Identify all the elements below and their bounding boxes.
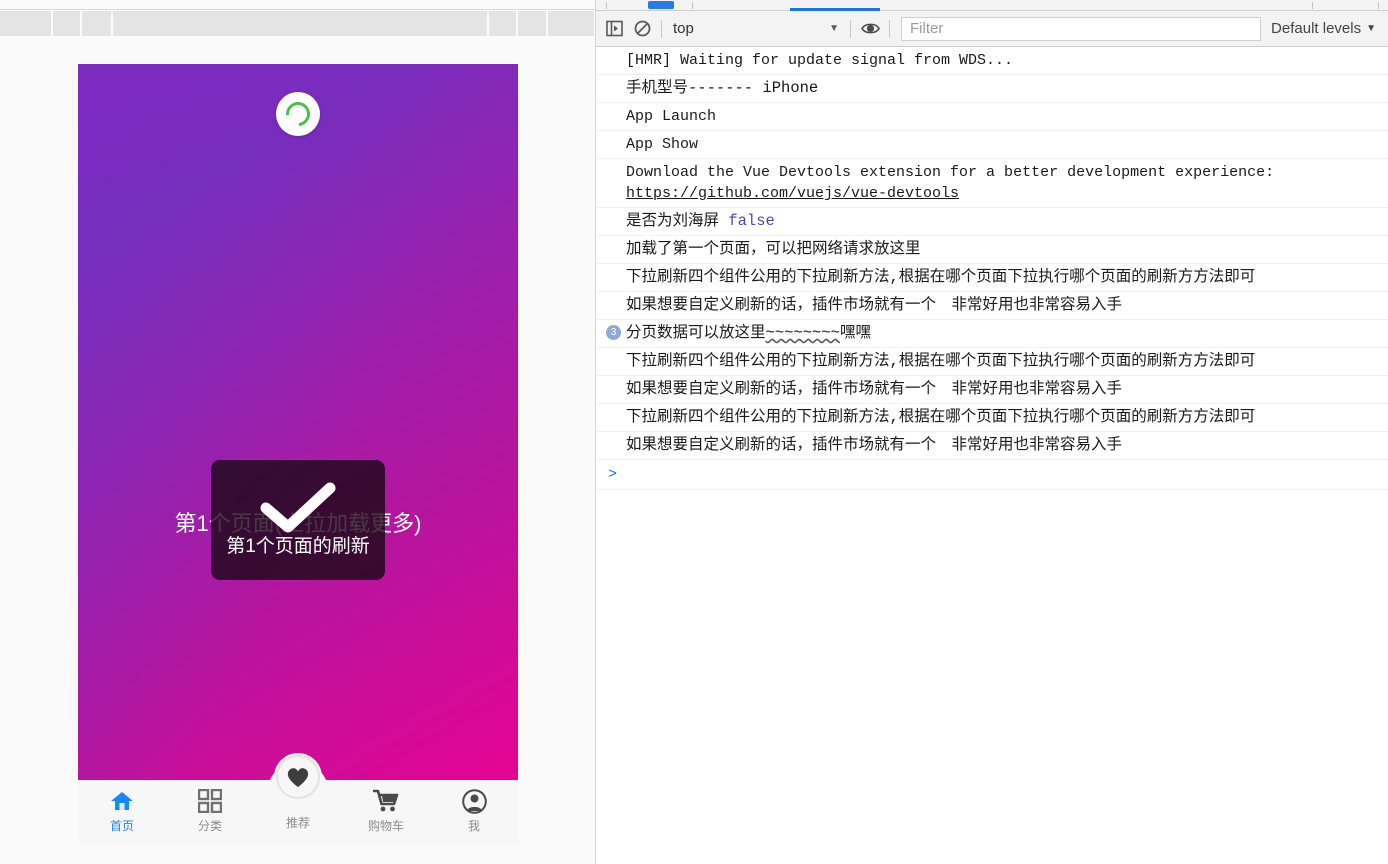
toolbar-placeholder-block[interactable] (0, 11, 51, 36)
tab-home-label: 首页 (110, 817, 134, 834)
toolbar-placeholder-block[interactable] (489, 11, 517, 36)
tabstrip-tick (606, 2, 607, 9)
console-sidebar-icon[interactable] (600, 15, 628, 43)
console-toolbar: top ▼ Filter Default levels ▼ (596, 11, 1388, 47)
console-log-text: [HMR] Waiting for update signal from WDS… (626, 52, 1013, 69)
console-log-text: 下拉刷新四个组件公用的下拉刷新方法,根据在哪个页面下拉执行哪个页面的刷新方方法即… (626, 268, 1255, 286)
toolbar-divider (850, 20, 851, 38)
chevron-down-icon: ▼ (1366, 23, 1376, 34)
console-log-text: 分页数据可以放这里 (626, 324, 766, 342)
user-icon (462, 788, 487, 814)
phone-gradient-overlay (78, 64, 518, 844)
toolbar-placeholder-block[interactable] (82, 11, 111, 36)
console-log-row[interactable]: 手机型号------- iPhone (596, 75, 1388, 103)
console-log-text: 如果想要自定义刷新的话，插件市场就有一个 非常好用也非常容易入手 (626, 296, 1122, 314)
toolbar-placeholder-block[interactable] (113, 11, 486, 36)
console-log-row[interactable]: 下拉刷新四个组件公用的下拉刷新方法,根据在哪个页面下拉执行哪个页面的刷新方方法即… (596, 348, 1388, 376)
console-log-text: 加载了第一个页面，可以把网络请求放这里 (626, 240, 921, 258)
console-log-link[interactable]: https://github.com/vuejs/vue-devtools (626, 185, 959, 202)
filter-input-wrapper[interactable]: Filter (901, 17, 1261, 41)
tab-category-label: 分类 (198, 817, 222, 834)
spinner-arc-icon (281, 97, 315, 131)
console-prompt[interactable]: > (596, 460, 1388, 490)
browser-chrome-strip (0, 0, 596, 10)
console-log-row[interactable]: 如果想要自定义刷新的话，插件市场就有一个 非常好用也非常容易入手 (596, 292, 1388, 320)
console-log-row[interactable]: 是否为刘海屏 false (596, 208, 1388, 236)
tabstrip-tick (692, 2, 693, 9)
console-log-row[interactable]: Download the Vue Devtools extension for … (596, 159, 1388, 208)
simulator-pane: 第1个页面(上拉加载更多) 第1个页面的刷新 首页 (0, 0, 596, 864)
console-log-text: App Show (626, 136, 698, 153)
console-log-row[interactable]: 下拉刷新四个组件公用的下拉刷新方法,根据在哪个页面下拉执行哪个页面的刷新方方法即… (596, 404, 1388, 432)
console-log-text: 下拉刷新四个组件公用的下拉刷新方法,根据在哪个页面下拉执行哪个页面的刷新方方法即… (626, 352, 1255, 370)
live-expression-eye-icon[interactable] (856, 15, 884, 43)
console-log-row[interactable]: App Launch (596, 103, 1388, 131)
console-log-row[interactable]: 如果想要自定义刷新的话，插件市场就有一个 非常好用也非常容易入手 (596, 376, 1388, 404)
app-root: 第1个页面(上拉加载更多) 第1个页面的刷新 首页 (0, 0, 1388, 864)
devtools-tabstrip[interactable] (596, 0, 1388, 11)
tab-recommend[interactable]: 推荐 (254, 780, 342, 831)
toast-overlay: 第1个页面的刷新 (211, 460, 385, 580)
log-levels-label: Default levels (1271, 20, 1361, 37)
tab-recommend-label: 推荐 (286, 814, 310, 831)
console-log-row[interactable]: App Show (596, 131, 1388, 159)
tabstrip-tick (1378, 2, 1379, 9)
filter-placeholder: Filter (910, 20, 943, 37)
console-log-row[interactable]: 3 分页数据可以放这里~~~~~~~~嘿嘿 (596, 320, 1388, 348)
tab-cart-label: 购物车 (368, 817, 404, 834)
console-log-row[interactable]: 下拉刷新四个组件公用的下拉刷新方法,根据在哪个页面下拉执行哪个页面的刷新方方法即… (596, 264, 1388, 292)
cart-icon (373, 788, 399, 814)
tab-cart[interactable]: 购物车 (342, 780, 430, 834)
console-log-row[interactable]: 如果想要自定义刷新的话，插件市场就有一个 非常好用也非常容易入手 (596, 432, 1388, 460)
grid-icon (198, 788, 222, 814)
console-log-row[interactable]: [HMR] Waiting for update signal from WDS… (596, 47, 1388, 75)
console-log-text: 是否为刘海屏 (626, 212, 728, 230)
heart-icon (276, 755, 320, 799)
console-log-value: false (728, 212, 775, 230)
toast-text: 第1个页面的刷新 (226, 535, 370, 559)
chevron-down-icon: ▼ (829, 23, 839, 34)
bottom-tabbar: 首页 分类 (78, 780, 518, 844)
execution-context-value: top (673, 20, 694, 37)
console-log-text: 如果想要自定义刷新的话，插件市场就有一个 非常好用也非常容易入手 (626, 436, 1122, 454)
simulator-toolbar[interactable] (0, 11, 596, 36)
log-levels-select[interactable]: Default levels ▼ (1271, 20, 1384, 37)
console-log-text: 下拉刷新四个组件公用的下拉刷新方法,根据在哪个页面下拉执行哪个页面的刷新方方法即… (626, 408, 1255, 426)
toolbar-divider (889, 20, 890, 38)
clear-console-icon[interactable] (628, 15, 656, 43)
console-log-list[interactable]: [HMR] Waiting for update signal from WDS… (596, 47, 1388, 864)
console-log-text-tail: 嘿嘿 (840, 324, 871, 342)
phone-viewport: 第1个页面(上拉加载更多) 第1个页面的刷新 首页 (78, 64, 518, 844)
log-squiggle: ~~~~~~~~ (766, 324, 840, 342)
devtools-active-tab-chip[interactable] (648, 1, 674, 9)
home-icon (110, 788, 134, 814)
tab-profile[interactable]: 我 (430, 780, 518, 834)
execution-context-select[interactable]: top ▼ (667, 18, 845, 40)
console-log-text: Download the Vue Devtools extension for … (626, 164, 1274, 181)
check-icon (258, 481, 338, 533)
tabstrip-tick (1312, 2, 1313, 9)
loading-spinner (276, 92, 320, 136)
toolbar-placeholder-block[interactable] (548, 11, 594, 36)
toolbar-divider (661, 20, 662, 38)
console-log-text: 如果想要自定义刷新的话，插件市场就有一个 非常好用也非常容易入手 (626, 380, 1122, 398)
toolbar-placeholder-block[interactable] (53, 11, 81, 36)
console-log-row[interactable]: 加载了第一个页面，可以把网络请求放这里 (596, 236, 1388, 264)
console-log-text: 手机型号------- iPhone (626, 79, 818, 97)
devtools-panel: top ▼ Filter Default levels ▼ [HMR] Wait… (596, 0, 1388, 864)
console-tab-indicator (790, 8, 880, 11)
console-log-text: App Launch (626, 108, 716, 125)
tab-profile-label: 我 (468, 817, 480, 834)
tab-home[interactable]: 首页 (78, 780, 166, 834)
tab-category[interactable]: 分类 (166, 780, 254, 834)
log-group-count-badge: 3 (606, 325, 621, 340)
toolbar-placeholder-block[interactable] (518, 11, 546, 36)
